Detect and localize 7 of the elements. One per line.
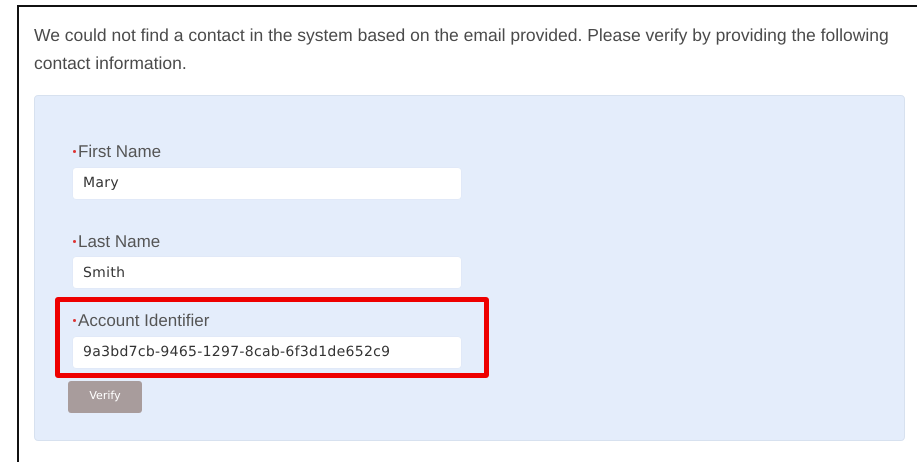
input-field[interactable]: Smith — [73, 257, 461, 288]
info-message: We could not find a contact in the system based on the email provided. Please verify by providing the following contact information. — [34, 24, 890, 75]
field-label: First Name — [78, 141, 162, 163]
input-field[interactable]: Mary — [73, 168, 461, 198]
field-label: Last Name — [78, 230, 160, 252]
field-label: Account Identifier — [78, 310, 210, 332]
input-field[interactable]: 9a3bd7cb-9465-1297-8cab-6f3d1de652c9 — [73, 336, 461, 368]
